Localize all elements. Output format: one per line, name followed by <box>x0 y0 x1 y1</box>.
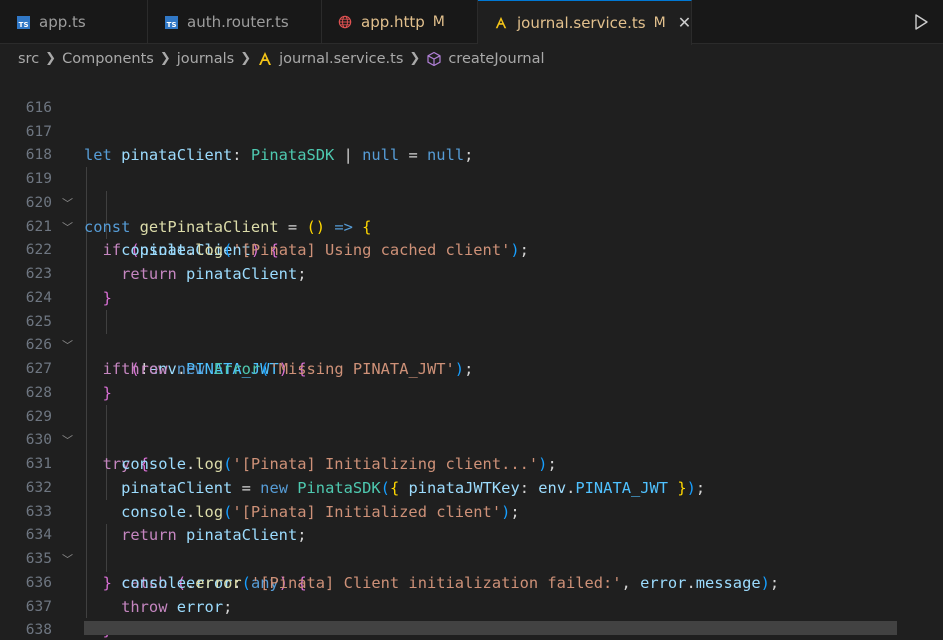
code-line: 618 <box>0 121 943 163</box>
chevron-right-icon: ❯ <box>45 51 57 66</box>
tab-app-http[interactable]: app.http M <box>322 0 478 44</box>
tab-label: app.http <box>361 13 425 31</box>
code-line: 616 <box>0 73 943 116</box>
code-line: 634 ﹀ } catch (error: any) { <box>0 501 943 592</box>
code-line: 625 ﹀ if (!env.PINATA_JWT) { <box>0 287 943 379</box>
tab-app-ts[interactable]: TS app.ts <box>0 0 148 44</box>
method-icon <box>426 51 442 67</box>
tab-label: journal.service.ts <box>517 14 646 32</box>
typescript-icon: TS <box>164 15 178 29</box>
code-line: 617 let pinataClient: PinataSDK | null =… <box>0 97 943 165</box>
code-line: 637 } <box>0 572 943 640</box>
tab-label: auth.router.ts <box>187 13 289 31</box>
code-line: 628 <box>0 358 943 401</box>
code-line: 621 console.log('[Pinata] Using cached c… <box>0 192 943 260</box>
code-line: 635 console.error('[Pinata] Client initi… <box>0 524 943 592</box>
code-line: 626 throw new Error('Missing PINATA_JWT'… <box>0 311 943 378</box>
typescript-icon: TS <box>16 15 30 29</box>
breadcrumb-item[interactable]: Components <box>62 51 154 67</box>
angular-icon <box>257 51 273 67</box>
code-line: 632 console.log('[Pinata] Initialized cl… <box>0 453 943 521</box>
code-line: 622 return pinataClient; <box>0 216 943 283</box>
chevron-right-icon: ❯ <box>240 51 252 66</box>
code-editor[interactable]: 616 617 let pinataClient: PinataSDK | nu… <box>0 72 943 640</box>
tab-journal-service-ts[interactable]: journal.service.ts M ✕ <box>478 0 692 45</box>
breadcrumb-item[interactable]: journal.service.ts <box>279 51 403 67</box>
chevron-right-icon: ❯ <box>409 51 421 66</box>
tab-label: app.ts <box>39 13 86 31</box>
chevron-right-icon: ❯ <box>159 51 171 66</box>
modified-indicator: M <box>653 15 666 31</box>
breadcrumb-item[interactable]: createJournal <box>448 51 544 67</box>
editor-tab-bar: TS app.ts TS auth.router.ts app.http M j… <box>0 0 943 45</box>
code-line: 631 pinataClient = new PinataSDK({ pinat… <box>0 429 943 497</box>
code-line: 623 } <box>0 239 943 307</box>
code-line: 620 ﹀ if (pinataClient) { <box>0 168 943 260</box>
code-line: 629 ﹀ try { <box>0 382 943 474</box>
breadcrumb-item[interactable]: src <box>18 51 39 67</box>
horizontal-scrollbar[interactable] <box>84 621 897 635</box>
code-line: 633 return pinataClient; <box>0 477 943 545</box>
code-line: 627 } <box>0 334 943 402</box>
tab-auth-router-ts[interactable]: TS auth.router.ts <box>148 0 322 44</box>
breadcrumb: src ❯ Components ❯ journals ❯ journal.se… <box>0 45 943 72</box>
globe-icon <box>338 15 352 29</box>
code-line: 630 console.log('[Pinata] Initializing c… <box>0 406 943 473</box>
run-icon[interactable] <box>911 12 931 32</box>
close-icon[interactable]: ✕ <box>678 15 691 31</box>
code-line: 619 ﹀ const getPinataClient = () => { <box>0 144 943 236</box>
angular-icon <box>494 16 508 30</box>
code-line: 636 throw error; <box>0 548 943 616</box>
code-line: 624 <box>0 263 943 306</box>
code-line: 638 }; <box>0 596 943 638</box>
breadcrumb-item[interactable]: journals <box>177 51 234 67</box>
modified-indicator: M <box>432 14 445 30</box>
